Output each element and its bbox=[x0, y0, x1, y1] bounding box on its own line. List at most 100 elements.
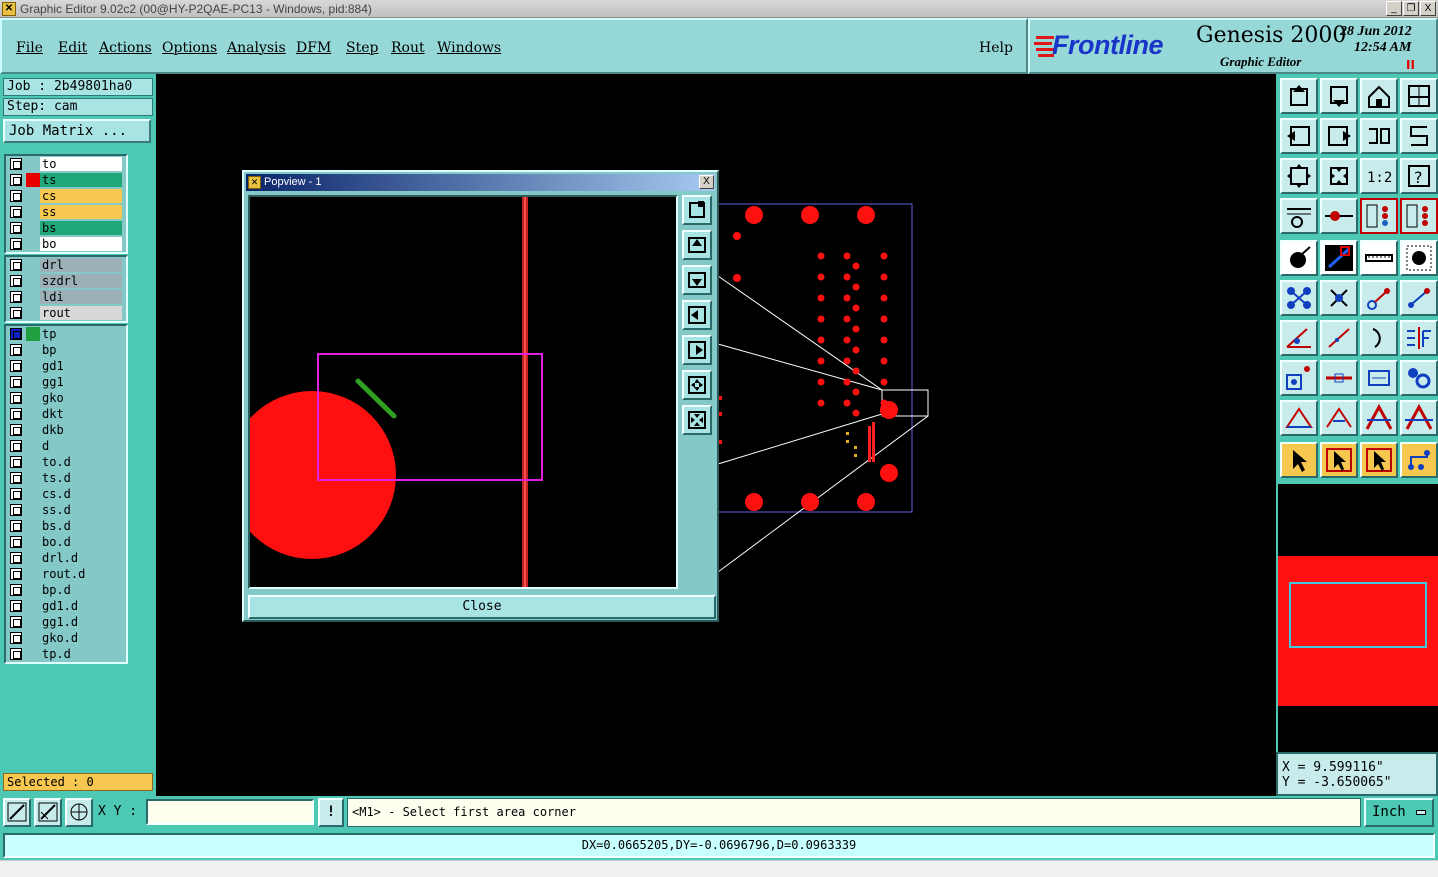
layer-checkbox[interactable] bbox=[10, 174, 22, 186]
popview-zoom-in-button[interactable] bbox=[682, 370, 712, 400]
layer-checkbox[interactable] bbox=[10, 222, 22, 234]
layer-row[interactable]: cs.d bbox=[6, 486, 126, 502]
layer-checkbox[interactable] bbox=[10, 472, 22, 484]
menu-analysis[interactable]: Analysis bbox=[227, 40, 286, 56]
layer-name[interactable]: szdrl bbox=[40, 274, 122, 288]
layer-name[interactable]: ss.d bbox=[40, 503, 122, 517]
layer-name[interactable]: drl.d bbox=[40, 551, 122, 565]
layer-checkbox[interactable] bbox=[10, 291, 22, 303]
unit-select[interactable]: Inch bbox=[1364, 798, 1434, 827]
layer-name[interactable]: bo.d bbox=[40, 535, 122, 549]
minimize-button[interactable]: _ bbox=[1386, 1, 1402, 16]
grid-mode-button[interactable] bbox=[65, 798, 93, 827]
popview-close-x-button[interactable]: X bbox=[699, 175, 714, 189]
layer-row[interactable]: bs bbox=[6, 220, 126, 236]
layer-checkbox[interactable] bbox=[10, 568, 22, 580]
layer-row[interactable]: drl bbox=[6, 257, 126, 273]
layer-checkbox[interactable] bbox=[10, 520, 22, 532]
move-feature-button[interactable] bbox=[1360, 280, 1398, 316]
layer-row[interactable]: ts.d bbox=[6, 470, 126, 486]
add-pad-button[interactable] bbox=[1280, 240, 1318, 276]
overview-map[interactable] bbox=[1276, 484, 1438, 752]
menu-options[interactable]: Options bbox=[162, 40, 217, 56]
layer-row[interactable]: to.d bbox=[6, 454, 126, 470]
connect-button[interactable] bbox=[1280, 280, 1318, 316]
menu-step[interactable]: Step bbox=[346, 40, 378, 56]
layer-checkbox[interactable] bbox=[10, 488, 22, 500]
popview-pan-right-button[interactable] bbox=[682, 335, 712, 365]
layer-row[interactable]: ss bbox=[6, 204, 126, 220]
layer-name[interactable]: cs.d bbox=[40, 487, 122, 501]
layer-name[interactable]: drl bbox=[40, 258, 122, 272]
layer-checkbox[interactable] bbox=[10, 552, 22, 564]
layer-row[interactable]: rout bbox=[6, 305, 126, 321]
layer-name[interactable]: ss bbox=[40, 205, 122, 219]
close-window-button[interactable]: X bbox=[1420, 1, 1436, 16]
layer-row[interactable]: dkt bbox=[6, 406, 126, 422]
layer-name[interactable]: rout bbox=[40, 306, 122, 320]
pan-down-button[interactable] bbox=[1320, 78, 1358, 114]
layer-name[interactable]: gko bbox=[40, 391, 122, 405]
layer-name[interactable]: gd1 bbox=[40, 359, 122, 373]
layer-row[interactable]: szdrl bbox=[6, 273, 126, 289]
layer-row[interactable]: bo bbox=[6, 236, 126, 252]
popview-zoom-home-button[interactable] bbox=[682, 195, 712, 225]
layer-row[interactable]: dkb bbox=[6, 422, 126, 438]
layer-checkbox[interactable] bbox=[10, 344, 22, 356]
copy-feature-button[interactable] bbox=[1400, 280, 1438, 316]
layer-name[interactable]: bs.d bbox=[40, 519, 122, 533]
layer-row[interactable]: rout.d bbox=[6, 566, 126, 582]
popview-pan-left-button[interactable] bbox=[682, 300, 712, 330]
layer-checkbox[interactable] bbox=[10, 238, 22, 250]
measure-angle-button[interactable] bbox=[1280, 400, 1318, 436]
select-pointer-button[interactable] bbox=[1280, 442, 1318, 478]
layer-checkbox[interactable] bbox=[10, 600, 22, 612]
layer-checkbox[interactable] bbox=[10, 190, 22, 202]
menu-edit[interactable]: Edit bbox=[58, 40, 87, 56]
pad-select-button[interactable] bbox=[1280, 360, 1318, 396]
display-settings-button[interactable] bbox=[1280, 198, 1318, 234]
xy-input[interactable] bbox=[146, 799, 314, 825]
popview-pan-up-button[interactable] bbox=[682, 230, 712, 260]
layer-checkbox[interactable] bbox=[10, 360, 22, 372]
layer-row[interactable]: gg1.d bbox=[6, 614, 126, 630]
layer-compare-button[interactable] bbox=[1360, 198, 1398, 234]
layer-name[interactable]: to.d bbox=[40, 455, 122, 469]
layer-name[interactable]: ts.d bbox=[40, 471, 122, 485]
layer-name[interactable]: to bbox=[40, 157, 122, 171]
zoom-home-button[interactable] bbox=[1280, 78, 1318, 114]
line-tool-button[interactable] bbox=[1320, 320, 1358, 356]
home-view-button[interactable] bbox=[1360, 78, 1398, 114]
layer-name[interactable]: gko.d bbox=[40, 631, 122, 645]
layer-name[interactable]: bo bbox=[40, 237, 122, 251]
layer-checkbox[interactable] bbox=[10, 584, 22, 596]
layer-row[interactable]: ts bbox=[6, 172, 126, 188]
layer-checkbox[interactable] bbox=[10, 456, 22, 468]
layer-name[interactable]: bp.d bbox=[40, 583, 122, 597]
layer-row[interactable]: gd1 bbox=[6, 358, 126, 374]
layer-checkbox[interactable] bbox=[10, 424, 22, 436]
select-net-button[interactable] bbox=[1400, 442, 1438, 478]
layer-checkbox[interactable] bbox=[10, 158, 22, 170]
layer-row[interactable]: cs bbox=[6, 188, 126, 204]
layer-row[interactable]: drl.d bbox=[6, 550, 126, 566]
angle-button[interactable] bbox=[1280, 320, 1318, 356]
layer-row[interactable]: gd1.d bbox=[6, 598, 126, 614]
layer-checkbox[interactable] bbox=[10, 504, 22, 516]
layer-name[interactable]: dkb bbox=[40, 423, 122, 437]
layer-name[interactable]: cs bbox=[40, 189, 122, 203]
pause-indicator[interactable]: II bbox=[1406, 58, 1415, 72]
measure-edge-button[interactable] bbox=[1400, 400, 1438, 436]
layer-checkbox[interactable] bbox=[10, 408, 22, 420]
layer-row[interactable]: tp bbox=[6, 326, 126, 342]
layer-name[interactable]: tp bbox=[40, 327, 122, 341]
menu-help[interactable]: Help bbox=[979, 40, 1013, 56]
popview-canvas[interactable] bbox=[248, 195, 678, 589]
group-select-button[interactable] bbox=[1400, 360, 1438, 396]
flip-tool-button[interactable] bbox=[1400, 320, 1438, 356]
measure-distance-button[interactable] bbox=[1320, 400, 1358, 436]
popview-pan-down-button[interactable] bbox=[682, 265, 712, 295]
layer-checkbox[interactable] bbox=[10, 376, 22, 388]
layer-name[interactable]: bs bbox=[40, 221, 122, 235]
layer-row[interactable]: d bbox=[6, 438, 126, 454]
